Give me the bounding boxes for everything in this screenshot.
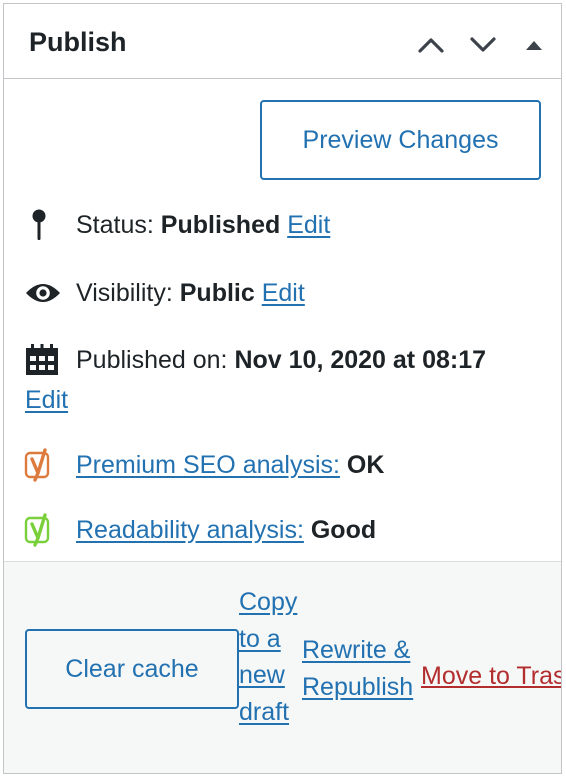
panel-header: Publish (4, 4, 561, 79)
seo-analysis-value: OK (346, 451, 385, 479)
major-publishing-actions: Clear cache Copy to a new draft Rewrite … (4, 561, 561, 773)
chevron-down-icon (470, 37, 496, 52)
panel-title: Publish (29, 27, 127, 57)
status-label: Status: (76, 211, 154, 239)
status-value: Published (160, 211, 281, 239)
clear-cache-button[interactable]: Clear cache (25, 629, 239, 709)
yoast-readability-icon (24, 513, 60, 555)
eye-icon (24, 277, 62, 317)
readability-analysis-link[interactable]: Readability analysis: (76, 516, 304, 544)
move-up-button[interactable] (411, 26, 451, 62)
readability-value: Good (310, 516, 377, 544)
visibility-value: Public (179, 279, 255, 307)
yoast-seo-icon (24, 448, 60, 490)
toggle-panel-button[interactable] (516, 26, 556, 62)
visibility-edit-link[interactable]: Edit (262, 279, 305, 307)
published-on-label: Published on: (76, 346, 228, 374)
preview-changes-button[interactable]: Preview Changes (260, 100, 541, 180)
publish-panel: Publish Preview Changes Status: Publishe… (3, 3, 562, 774)
move-to-trash-link[interactable]: Move to Trash (421, 660, 561, 692)
published-on-edit-link[interactable]: Edit (25, 386, 68, 414)
triangle-up-icon (526, 41, 542, 50)
calendar-icon (24, 343, 60, 385)
move-down-button[interactable] (463, 26, 503, 62)
pin-icon (24, 208, 54, 252)
visibility-label: Visibility: (76, 279, 173, 307)
copy-to-new-draft-link[interactable]: Copy to a new draft (239, 588, 297, 726)
published-on-value: Nov 10, 2020 at 08:17 (234, 346, 487, 374)
seo-analysis-link[interactable]: Premium SEO analysis: (76, 451, 340, 479)
chevron-up-icon (418, 38, 444, 53)
status-edit-link[interactable]: Edit (287, 211, 330, 239)
rewrite-republish-link[interactable]: Rewrite & Republish (302, 636, 413, 701)
